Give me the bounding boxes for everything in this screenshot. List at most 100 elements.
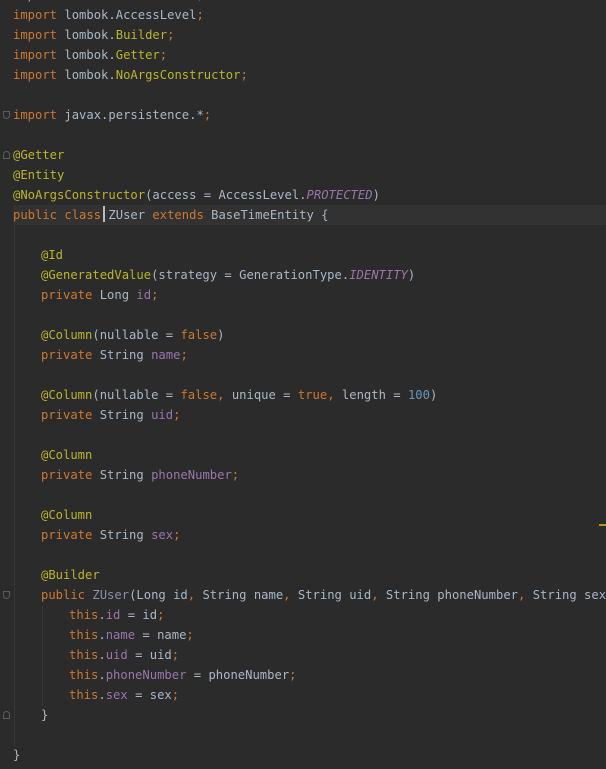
code-line[interactable]: @Id [13, 245, 606, 265]
code-token: ; [167, 28, 175, 42]
code-token: @Id [41, 248, 64, 262]
code-token: lombok.AccessLevel [64, 8, 197, 22]
code-token: public [41, 588, 93, 602]
scrollbar-warning-marker[interactable] [599, 524, 606, 526]
code-token: this [69, 668, 99, 682]
code-token: = id [127, 608, 158, 622]
code-token: lombok. [64, 28, 116, 42]
code-token: ; [173, 528, 181, 542]
code-token: ; [157, 608, 165, 622]
code-token: Builder [115, 28, 168, 42]
code-line[interactable]: private Long id; [13, 285, 606, 305]
code-token: ) [407, 268, 416, 282]
code-line[interactable]: import lombok.NoArgsConstructor; [13, 65, 606, 85]
code-line[interactable]: } [13, 745, 606, 765]
code-token: id [105, 608, 128, 622]
code-line[interactable] [13, 225, 606, 245]
code-line[interactable]: import lombok.AccessLevel; [13, 5, 606, 25]
code-line[interactable]: this.sex = sex; [13, 685, 606, 705]
fold-marker-icon[interactable] [3, 591, 10, 599]
code-line[interactable] [13, 305, 606, 325]
code-token: import [13, 68, 65, 82]
code-token: lombok. [64, 48, 116, 62]
code-line[interactable]: import javax.persistence.*; [13, 105, 606, 125]
code-token: javax.persistence.* [64, 108, 204, 122]
code-line[interactable]: @NoArgsConstructor(access = AccessLevel.… [13, 185, 606, 205]
code-line[interactable]: @Getter [13, 145, 606, 165]
code-token: ; [171, 648, 180, 662]
fold-marker-icon[interactable] [3, 711, 10, 719]
code-line[interactable] [13, 125, 606, 145]
code-line[interactable]: @GeneratedValue(strategy = GenerationTyp… [13, 265, 606, 285]
code-token: ) [372, 188, 380, 202]
code-token: String [99, 408, 152, 422]
code-line[interactable]: private String name; [13, 345, 606, 365]
code-line[interactable] [13, 545, 606, 565]
code-line[interactable]: @Column(nullable = false) [13, 325, 606, 345]
code-token: (nullable = [92, 328, 181, 342]
code-token: private [41, 528, 100, 542]
code-token: import [13, 28, 65, 42]
code-token: = sex [135, 688, 172, 702]
code-line[interactable] [13, 85, 606, 105]
code-token: Getter [115, 48, 160, 62]
code-token: length = [341, 388, 408, 402]
code-token: = uid [135, 648, 172, 662]
code-token: . [98, 628, 106, 642]
code-line[interactable]: @Entity [13, 165, 606, 185]
code-line[interactable] [13, 725, 606, 745]
code-line[interactable]: @Column(nullable = false, unique = true,… [13, 385, 606, 405]
code-token: import [13, 8, 65, 22]
code-token: NoArgsConstructor [115, 68, 241, 82]
code-line[interactable]: @Column [13, 505, 606, 525]
code-token: @Entity [13, 168, 65, 182]
code-line[interactable]: import lombok.Builder; [13, 25, 606, 45]
code-line[interactable] [13, 425, 606, 445]
code-line[interactable]: this.name = name; [13, 625, 606, 645]
code-token: BaseTimeEntity { [211, 208, 329, 222]
code-line[interactable] [13, 365, 606, 385]
code-token: String uid [297, 588, 372, 602]
code-token: @GeneratedValue [41, 268, 152, 282]
code-line[interactable]: } [13, 705, 606, 725]
code-line[interactable]: this.phoneNumber = phoneNumber; [13, 665, 606, 685]
code-token: 100 [407, 388, 430, 402]
code-line[interactable]: public ZUser(Long id, String name, Strin… [13, 585, 606, 605]
code-line[interactable]: @Column [13, 445, 606, 465]
code-line[interactable] [13, 485, 606, 505]
code-token: PROTECTED [306, 188, 373, 202]
code-line[interactable]: private String uid; [13, 405, 606, 425]
code-token: @Column [41, 508, 93, 522]
code-token: (nullable = [92, 388, 181, 402]
code-token: import lombok.AccessLevel [13, 0, 196, 2]
fold-marker-icon[interactable] [3, 151, 10, 159]
code-token: . [98, 668, 106, 682]
code-line[interactable]: this.id = id; [13, 605, 606, 625]
code-token: false [180, 388, 218, 402]
code-token: String [99, 528, 152, 542]
code-token: String sex){ [532, 588, 606, 602]
code-token: . [98, 648, 106, 662]
code-line[interactable]: this.uid = uid; [13, 645, 606, 665]
code-line[interactable]: public class ZUser extends BaseTimeEntit… [13, 205, 606, 225]
code-line[interactable]: @Builder [13, 565, 606, 585]
code-line[interactable]: private String sex; [13, 525, 606, 545]
code-token: IDENTITY [349, 268, 408, 282]
text-cursor [103, 206, 105, 222]
fold-marker-icon[interactable] [3, 111, 10, 119]
code-line[interactable]: private String phoneNumber; [13, 465, 606, 485]
code-token: public class [13, 208, 109, 222]
code-token: , [371, 588, 386, 602]
code-line[interactable]: import lombok.Getter; [13, 45, 606, 65]
code-token: ) [217, 328, 225, 342]
code-editor[interactable]: import lombok.AccessLevel; import lombok.… [0, 0, 606, 769]
code-token: ; [231, 468, 240, 482]
code-token: . [98, 608, 106, 622]
code-token: } [13, 748, 21, 762]
code-token: = name [142, 628, 187, 642]
code-area[interactable]: import lombok.AccessLevel; import lombok.… [13, 0, 606, 765]
code-token: ; [180, 348, 188, 362]
code-token: , [283, 588, 298, 602]
code-token: ; [196, 8, 204, 22]
code-token: @NoArgsConstructor [13, 188, 146, 202]
